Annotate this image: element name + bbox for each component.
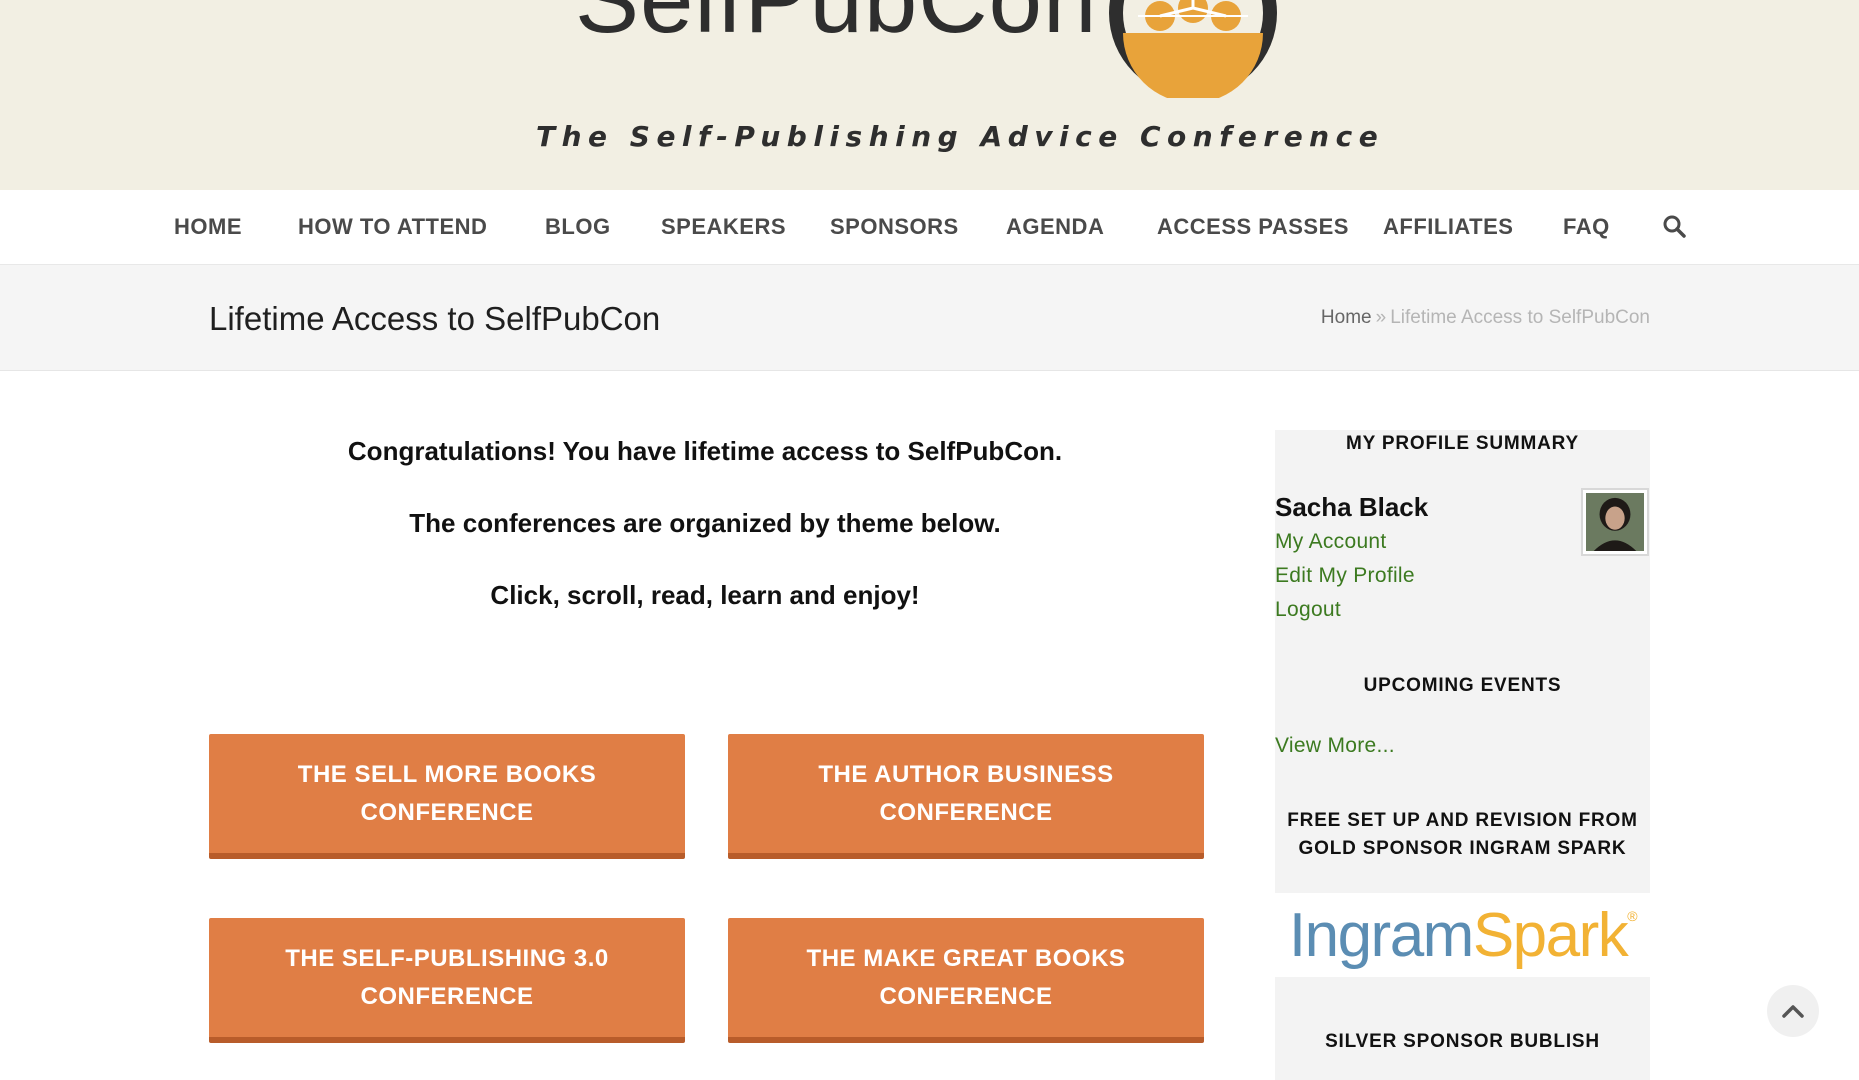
page-title-bar: Lifetime Access to SelfPubCon Home» Lifet… bbox=[0, 265, 1859, 371]
site-tagline: The Self-Publishing Advice Conference bbox=[536, 120, 1385, 153]
site-header-banner: SelfPubCon The Self-Publishing Advice Co… bbox=[0, 0, 1859, 190]
my-account-link[interactable]: My Account bbox=[1275, 530, 1387, 554]
button-label-line1: THE SELL MORE BOOKS bbox=[297, 760, 597, 788]
button-label-line1: THE SELF-PUBLISHING 3.0 bbox=[285, 944, 609, 972]
sidebar: MY PROFILE SUMMARY Sacha Black My Accoun… bbox=[1275, 430, 1650, 1080]
chevron-up-icon bbox=[1782, 1005, 1804, 1018]
make-great-books-conference-button[interactable]: THE MAKE GREAT BOOKS CONFERENCE bbox=[728, 918, 1204, 1043]
site-logo-icon[interactable] bbox=[1108, 0, 1278, 98]
profile-summary-heading: MY PROFILE SUMMARY bbox=[1346, 433, 1579, 454]
author-business-conference-button[interactable]: THE AUTHOR BUSINESS CONFERENCE bbox=[728, 734, 1204, 859]
button-label-line2: CONFERENCE bbox=[879, 982, 1053, 1010]
intro-organized: The conferences are organized by theme b… bbox=[409, 508, 1001, 538]
self-publishing-3-conference-button[interactable]: THE SELF-PUBLISHING 3.0 CONFERENCE bbox=[209, 918, 685, 1043]
nav-item-faq[interactable]: FAQ bbox=[1563, 214, 1610, 240]
sell-more-books-conference-button[interactable]: THE SELL MORE BOOKS CONFERENCE bbox=[209, 734, 685, 859]
nav-item-speakers[interactable]: SPEAKERS bbox=[661, 214, 786, 240]
button-label-line2: CONFERENCE bbox=[360, 982, 534, 1010]
ingram-logo-registered: ® bbox=[1627, 907, 1637, 924]
button-label-line1: THE AUTHOR BUSINESS bbox=[818, 760, 1114, 788]
silver-sponsor-heading: SILVER SPONSOR BUBLISH bbox=[1325, 1031, 1600, 1052]
upcoming-events-heading: UPCOMING EVENTS bbox=[1363, 675, 1562, 696]
button-label-line2: CONFERENCE bbox=[879, 798, 1053, 826]
breadcrumb: Home» Lifetime Access to SelfPubCon bbox=[1321, 307, 1650, 329]
ingram-logo-ingram: Ingram bbox=[1288, 900, 1474, 970]
breadcrumb-home-link[interactable]: Home bbox=[1321, 307, 1372, 328]
profile-name: Sacha Black bbox=[1275, 492, 1429, 522]
gold-sponsor-heading: FREE SET UP AND REVISION FROM GOLD SPONSO… bbox=[1275, 807, 1650, 863]
nav-item-how-to-attend[interactable]: HOW TO ATTEND bbox=[298, 214, 487, 240]
nav-item-agenda[interactable]: AGENDA bbox=[1006, 214, 1104, 240]
logout-link[interactable]: Logout bbox=[1275, 598, 1341, 622]
breadcrumb-separator: » bbox=[1375, 307, 1387, 328]
edit-profile-link[interactable]: Edit My Profile bbox=[1275, 564, 1415, 588]
nav-item-affiliates[interactable]: AFFILIATES bbox=[1383, 214, 1513, 240]
gold-sponsor-heading-line2: GOLD SPONSOR INGRAM SPARK bbox=[1298, 838, 1627, 859]
site-logo-text[interactable]: SelfPubCon bbox=[575, 0, 1097, 48]
avatar-photo bbox=[1586, 493, 1644, 551]
person-photo-icon bbox=[1586, 493, 1644, 551]
scroll-to-top-button[interactable] bbox=[1767, 985, 1819, 1037]
search-icon[interactable] bbox=[1662, 214, 1686, 238]
avatar[interactable] bbox=[1581, 488, 1649, 556]
nav-item-access-passes[interactable]: ACCESS PASSES bbox=[1157, 214, 1349, 240]
nav-item-home[interactable]: HOME bbox=[174, 214, 242, 240]
button-label-line2: CONFERENCE bbox=[360, 798, 534, 826]
gold-sponsor-heading-line1: FREE SET UP AND REVISION FROM bbox=[1287, 810, 1638, 831]
ingram-logo-spark: Spark bbox=[1472, 900, 1629, 970]
breadcrumb-current: Lifetime Access to SelfPubCon bbox=[1390, 307, 1650, 328]
intro-congratulations: Congratulations! You have lifetime acces… bbox=[347, 436, 1063, 466]
ingram-spark-logo[interactable]: IngramSpark® bbox=[1275, 893, 1650, 977]
nav-item-blog[interactable]: BLOG bbox=[545, 214, 611, 240]
page-title: Lifetime Access to SelfPubCon bbox=[209, 300, 661, 337]
intro-enjoy: Click, scroll, read, learn and enjoy! bbox=[490, 580, 920, 610]
button-label-line1: THE MAKE GREAT BOOKS bbox=[806, 944, 1126, 972]
view-more-events-link[interactable]: View More... bbox=[1275, 734, 1395, 758]
main-navigation: HOME HOW TO ATTEND BLOG SPEAKERS SPONSOR… bbox=[0, 190, 1859, 265]
nav-item-sponsors[interactable]: SPONSORS bbox=[830, 214, 959, 240]
